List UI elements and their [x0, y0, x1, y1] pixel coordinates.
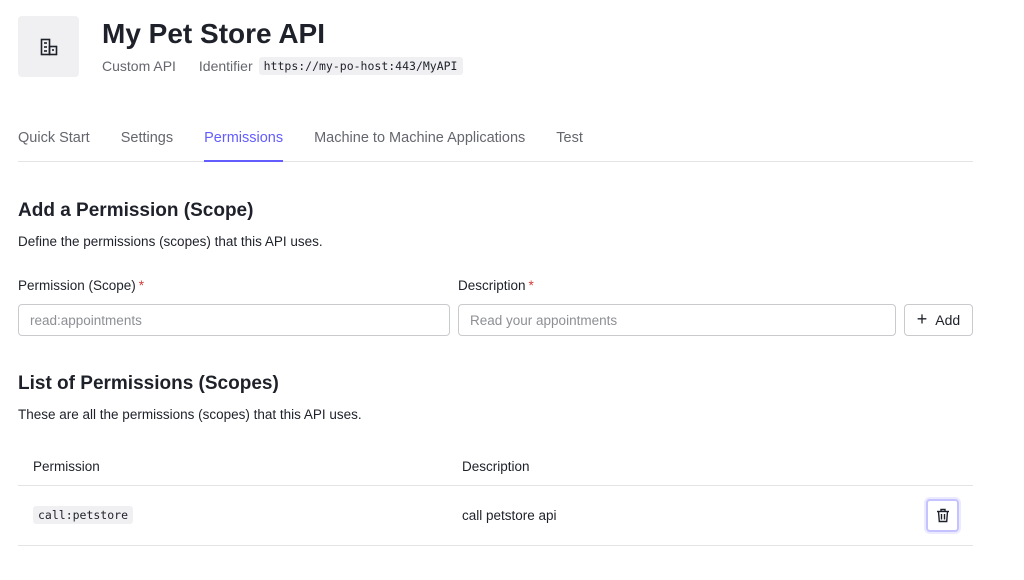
- required-marker: *: [138, 278, 145, 293]
- permission-description-value: call petstore api: [462, 508, 557, 523]
- permission-input[interactable]: [18, 304, 450, 336]
- trash-icon: [936, 508, 949, 523]
- tab-permissions[interactable]: Permissions: [204, 126, 284, 162]
- add-permission-description: Define the permissions (scopes) that thi…: [18, 234, 323, 249]
- permission-scope-value: call:petstore: [33, 506, 134, 524]
- tab-machine-to-machine-applications[interactable]: Machine to Machine Applications: [314, 126, 525, 162]
- table-row: call:petstore call petstore api: [18, 486, 973, 546]
- list-permissions-title: List of Permissions (Scopes): [18, 373, 279, 394]
- building-icon: [18, 16, 79, 77]
- plus-icon: +: [916, 309, 928, 329]
- add-button[interactable]: + Add: [904, 304, 973, 336]
- identifier-label: Identifier: [198, 58, 253, 74]
- required-marker: *: [528, 278, 534, 293]
- api-type: Custom API: [102, 58, 176, 74]
- tab-quick-start[interactable]: Quick Start: [18, 126, 90, 162]
- tab-bar: Quick Start Settings Permissions Machine…: [18, 126, 973, 162]
- delete-permission-button[interactable]: [926, 499, 959, 532]
- tab-test[interactable]: Test: [556, 126, 583, 162]
- permissions-table: Permission Description call:petstore cal…: [18, 448, 973, 546]
- add-permission-title: Add a Permission (Scope): [18, 200, 254, 221]
- column-header-description: Description: [462, 459, 530, 474]
- description-field-label: Description *: [458, 278, 534, 293]
- api-header: My Pet Store API Custom API Identifier h…: [18, 16, 463, 77]
- identifier-value: https://my-po-host:443/MyAPI: [258, 57, 463, 75]
- column-header-permission: Permission: [33, 459, 100, 474]
- table-header: Permission Description: [18, 448, 973, 486]
- page-title: My Pet Store API: [102, 18, 326, 49]
- list-permissions-description: These are all the permissions (scopes) t…: [18, 407, 362, 422]
- tab-settings[interactable]: Settings: [121, 126, 173, 162]
- description-input[interactable]: [458, 304, 896, 336]
- permission-field-label: Permission (Scope) *: [18, 278, 145, 293]
